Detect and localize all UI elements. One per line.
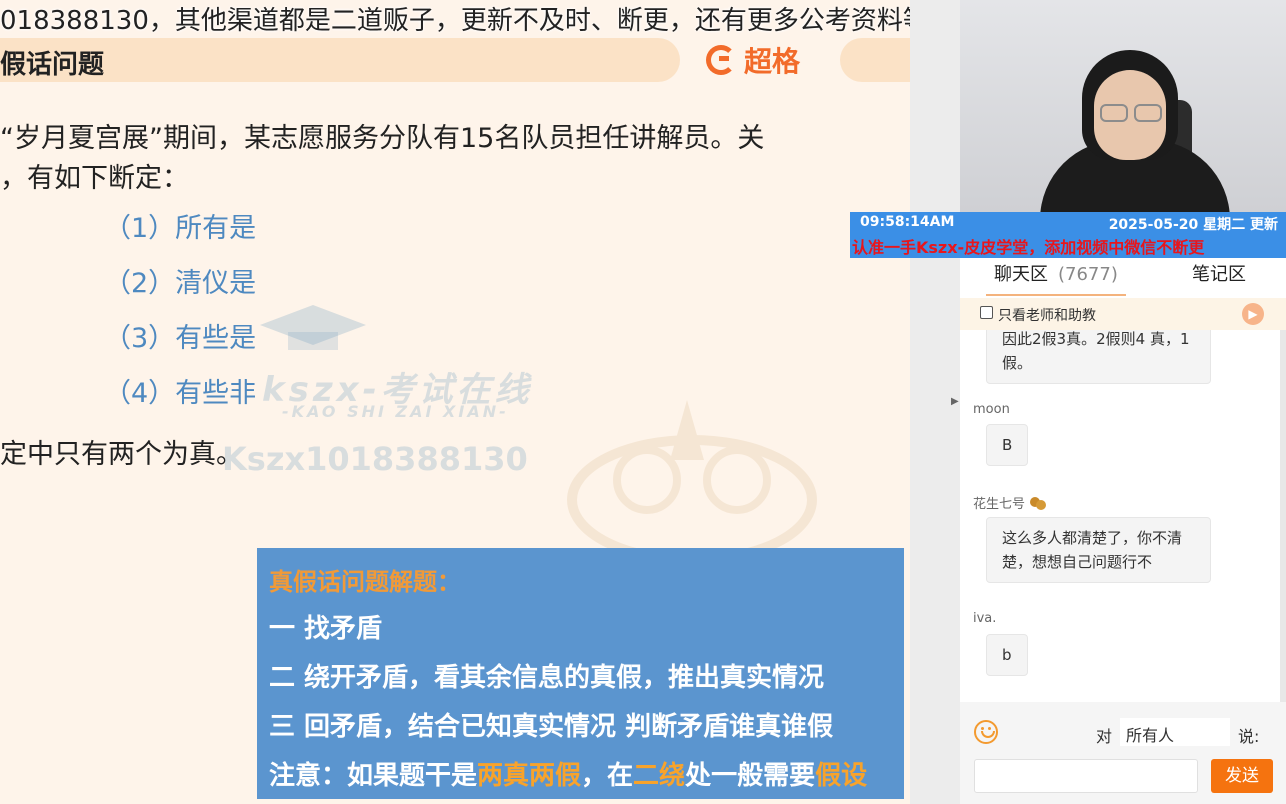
tip-note-prefix: 注意：如果题干是	[269, 761, 478, 791]
chat-bubble-4: b	[986, 634, 1028, 676]
tip-note-highlight-3: 假设	[815, 761, 868, 791]
tab-chat-count: (7677)	[1058, 264, 1118, 285]
send-button[interactable]: 发送	[1211, 759, 1273, 793]
overlay-date: 2025-05-20 星期二 更新	[1108, 217, 1278, 233]
tips-title: 真假话问题解题：	[269, 568, 461, 596]
overlay-time: 09:58:14AM	[860, 214, 955, 230]
statement-2: （2）清仪是	[104, 268, 257, 299]
chat-bubble-2: B	[986, 424, 1029, 466]
question-conclusion: 定中只有两个为真。	[0, 439, 243, 470]
teacher-video	[960, 0, 1286, 212]
slide-title: 假话问题	[0, 50, 105, 80]
statement-3: （3）有些是	[104, 323, 257, 354]
active-tab-indicator	[986, 294, 1126, 296]
teacher-only-checkbox[interactable]	[980, 306, 993, 319]
chat-bubble-1: 因此2假3真。2假则4 真，1假。	[986, 330, 1211, 384]
question-text-line2: ，有如下断定：	[0, 163, 189, 194]
statement-1: （1）所有是	[104, 213, 257, 244]
overlay-info-bar: 09:58:14AM 2025-05-20 星期二 更新 认准一手Kszx-皮皮…	[850, 212, 1286, 258]
collapse-arrow-icon[interactable]: ▶	[951, 396, 959, 407]
teacher-only-label: 只看老师和助教	[998, 308, 1096, 324]
statement-4: （4）有些非	[104, 378, 257, 409]
tip-note-highlight-2: 二绕	[633, 761, 686, 791]
title-bar-right	[840, 38, 910, 82]
tip-step-1: 一 找矛盾	[269, 614, 383, 644]
solution-tips-box: 真假话问题解题： 一 找矛盾 二 绕开矛盾，看其余信息的真假，推出真实情况 三 …	[257, 548, 904, 799]
scroll-to-latest-icon[interactable]: ▶	[1242, 303, 1264, 325]
peanut-badge-icon	[1030, 497, 1047, 510]
tip-note-mid-1: ，在	[581, 761, 634, 791]
lecture-slide: 假话问题 超格 “岁月夏宫展”期间，某志愿服务分队有15名队员担任讲解员。关 ，…	[0, 0, 910, 804]
to-label: 对	[1096, 727, 1113, 746]
emoji-icon[interactable]	[974, 720, 998, 744]
brand-name: 超格	[744, 45, 801, 78]
chat-bubble-3: 这么多人都清楚了，你不清楚，想想自己问题行不	[986, 517, 1211, 583]
tip-step-3: 三 回矛盾，结合已知真实情况 判断矛盾谁真谁假	[269, 712, 834, 742]
recipient-select[interactable]: 所有人	[1120, 718, 1230, 746]
chat-username-3: 花生七号	[973, 493, 1047, 512]
glasses	[1098, 104, 1164, 124]
chat-username-4: iva.	[973, 611, 997, 626]
slide-title-bar: 假话问题	[0, 38, 680, 82]
tab-chat[interactable]: 聊天区 (7677)	[994, 260, 1118, 286]
question-text-line1: “岁月夏宫展”期间，某志愿服务分队有15名队员担任讲解员。关	[0, 123, 765, 154]
tip-note-mid-2: 处一般需要	[685, 761, 816, 791]
chat-scrollbar[interactable]	[1280, 330, 1286, 702]
watermark-line3: Kszx1018388130	[222, 440, 528, 478]
chat-tabs: 聊天区 (7677) 笔记区	[960, 258, 1286, 298]
watermark-line2: -KAO SHI ZAI XIAN-	[282, 402, 509, 421]
graduation-cap-icon	[260, 305, 366, 350]
tab-notes[interactable]: 笔记区	[1192, 260, 1246, 286]
say-label: 说:	[1238, 727, 1260, 746]
chat-input-area: 对 所有人 说: 发送	[960, 702, 1286, 804]
overlay-note: 认准一手Kszx-皮皮学堂，添加视频中微信不断更	[852, 238, 1205, 257]
mascot-watermark-icon	[567, 400, 817, 565]
chat-username-3-text: 花生七号	[973, 497, 1026, 512]
chat-username-2: moon	[973, 402, 1010, 417]
chat-message-list[interactable]: 因此2假3真。2假则4 真，1假。 moon B 花生七号 这么多人都清楚了，你…	[960, 330, 1280, 702]
tab-chat-label: 聊天区	[994, 264, 1048, 285]
tip-note-highlight-1: 两真两假	[477, 761, 582, 791]
brand: 超格	[706, 40, 800, 80]
tip-step-2: 二 绕开矛盾，看其余信息的真假，推出真实情况	[269, 663, 825, 693]
tip-note: 注意：如果题干是两真两假，在二绕处一般需要假设	[269, 755, 892, 804]
message-input[interactable]	[974, 759, 1198, 793]
chat-filter-bar: 只看老师和助教 ▶	[960, 298, 1286, 330]
brand-logo-icon	[706, 45, 736, 75]
